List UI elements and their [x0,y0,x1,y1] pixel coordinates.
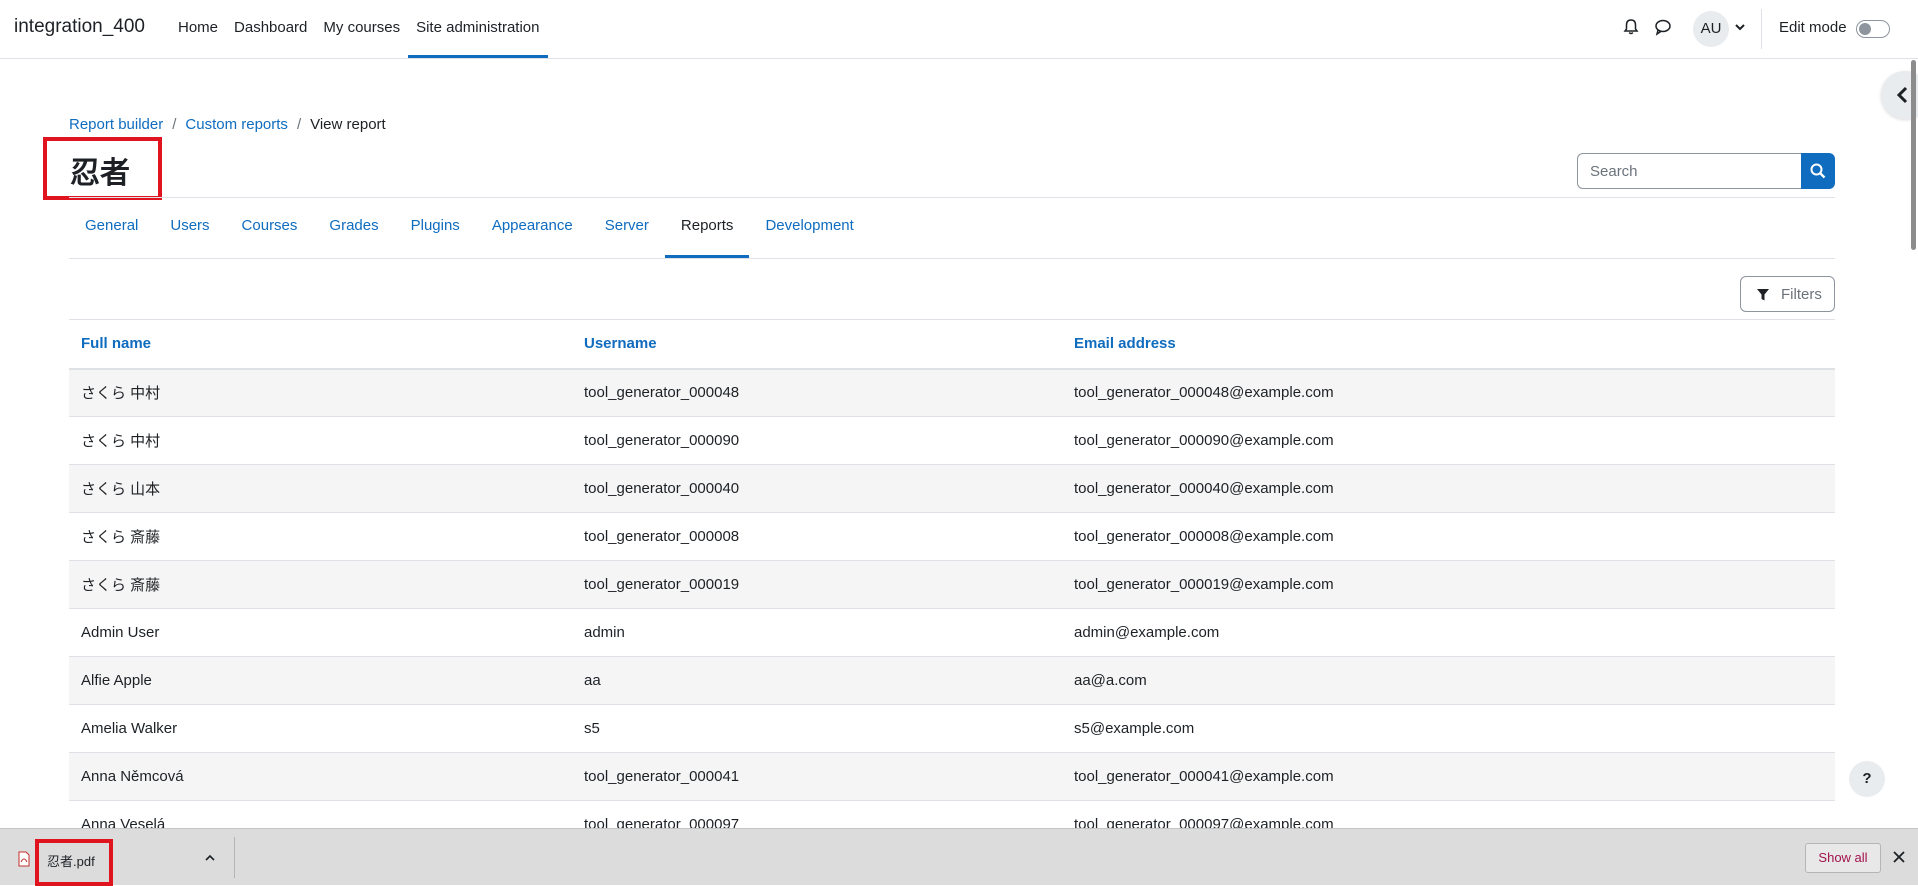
cell-username: tool_generator_000019 [572,560,1062,609]
cell-full-name: Alfie Apple [69,656,572,705]
chat-icon[interactable] [1654,18,1674,38]
nav-link-my-courses[interactable]: My courses [315,0,408,58]
cell-username: tool_generator_000048 [572,368,1062,417]
navbar-divider [1761,9,1762,49]
tab-development[interactable]: Development [749,198,869,258]
chevron-down-icon[interactable] [1734,20,1746,37]
breadcrumb: Report builder / Custom reports / View r… [69,116,386,133]
cell-username: tool_generator_000008 [572,512,1062,561]
table-row: さくら 斎藤 tool_generator_000008 tool_genera… [69,512,1835,561]
cell-email: s5@example.com [1062,704,1835,753]
title-highlight-box [43,137,162,200]
download-bar-divider [234,837,235,878]
cell-email: aa@a.com [1062,656,1835,705]
show-all-button[interactable]: Show all [1805,843,1881,873]
pdf-file-icon [18,851,30,867]
cell-username: aa [572,656,1062,705]
table-row: Admin User admin admin@example.com [69,608,1835,657]
filter-icon [1757,289,1769,301]
chevron-up-icon[interactable] [204,852,216,864]
table-row: さくら 斎藤 tool_generator_000019 tool_genera… [69,560,1835,609]
breadcrumb-report-builder[interactable]: Report builder [69,116,163,133]
nav-link-dashboard[interactable]: Dashboard [226,0,315,58]
cell-email: tool_generator_000040@example.com [1062,464,1835,513]
tab-reports[interactable]: Reports [664,198,750,258]
cell-full-name: さくら 斎藤 [69,560,572,609]
cell-email: tool_generator_000041@example.com [1062,752,1835,801]
cell-email: tool_generator_000048@example.com [1062,368,1835,417]
cell-username: tool_generator_000041 [572,752,1062,801]
filters-button[interactable]: Filters [1740,276,1835,312]
table-row: Alfie Apple aa aa@a.com [69,656,1835,705]
tab-grades[interactable]: Grades [313,198,394,258]
table-row: さくら 中村 tool_generator_000048 tool_genera… [69,368,1835,417]
table-row: Amelia Walker s5 s5@example.com [69,704,1835,753]
tab-general[interactable]: General [69,198,154,258]
tab-courses[interactable]: Courses [226,198,314,258]
scrollbar-thumb[interactable] [1911,60,1916,250]
site-brand[interactable]: integration_400 [14,16,145,38]
table-row: さくら 山本 tool_generator_000040 tool_genera… [69,464,1835,513]
top-navbar: integration_400 Home Dashboard My course… [0,0,1918,59]
admin-tabs: General Users Courses Grades Plugins App… [69,198,870,258]
download-highlight-box [35,839,113,886]
toggle-knob [1859,23,1871,35]
download-bar: 忍者.pdf Show all [0,828,1918,886]
column-header-full-name[interactable]: Full name [69,319,572,370]
breadcrumb-custom-reports[interactable]: Custom reports [185,116,288,133]
close-icon[interactable] [1893,851,1905,863]
bell-icon[interactable] [1622,18,1642,38]
cell-email: admin@example.com [1062,608,1835,657]
breadcrumb-separator: / [172,116,177,133]
nav-link-site-administration[interactable]: Site administration [408,0,548,58]
column-header-username[interactable]: Username [572,319,1062,370]
breadcrumb-view-report: View report [310,116,386,133]
column-header-email[interactable]: Email address [1062,319,1835,370]
table-row: さくら 中村 tool_generator_000090 tool_genera… [69,416,1835,465]
nav-link-home[interactable]: Home [170,0,226,58]
tab-plugins[interactable]: Plugins [395,198,476,258]
cell-full-name: さくら 斎藤 [69,512,572,561]
cell-username: tool_generator_000090 [572,416,1062,465]
cell-full-name: Anna Němcová [69,752,572,801]
tab-appearance[interactable]: Appearance [476,198,589,258]
cell-full-name: さくら 中村 [69,368,572,417]
cell-full-name: Admin User [69,608,572,657]
cell-full-name: Amelia Walker [69,704,572,753]
table-header-row: Full name Username Email address [69,319,1835,370]
tab-users[interactable]: Users [154,198,225,258]
cell-full-name: さくら 山本 [69,464,572,513]
search-icon [1810,163,1826,179]
cell-email: tool_generator_000008@example.com [1062,512,1835,561]
filters-label: Filters [1781,286,1822,303]
cell-full-name: さくら 中村 [69,416,572,465]
search-form [1577,153,1835,189]
cell-email: tool_generator_000019@example.com [1062,560,1835,609]
primary-navigation: Home Dashboard My courses Site administr… [170,0,548,58]
search-input[interactable] [1577,153,1801,189]
user-avatar[interactable]: AU [1693,11,1729,47]
search-button[interactable] [1801,153,1835,189]
page-scrollbar[interactable] [1909,60,1918,830]
tabs-bottom-divider [69,258,1835,259]
edit-mode-label: Edit mode [1779,19,1847,36]
tab-server[interactable]: Server [589,198,665,258]
cell-email: tool_generator_000090@example.com [1062,416,1835,465]
help-button[interactable]: ? [1849,761,1885,797]
breadcrumb-separator: / [296,116,302,133]
edit-mode-toggle[interactable] [1856,20,1890,38]
report-table: Full name Username Email address さくら 中村 … [69,319,1835,849]
cell-username: tool_generator_000040 [572,464,1062,513]
cell-username: s5 [572,704,1062,753]
cell-username: admin [572,608,1062,657]
table-row: Anna Němcová tool_generator_000041 tool_… [69,752,1835,801]
